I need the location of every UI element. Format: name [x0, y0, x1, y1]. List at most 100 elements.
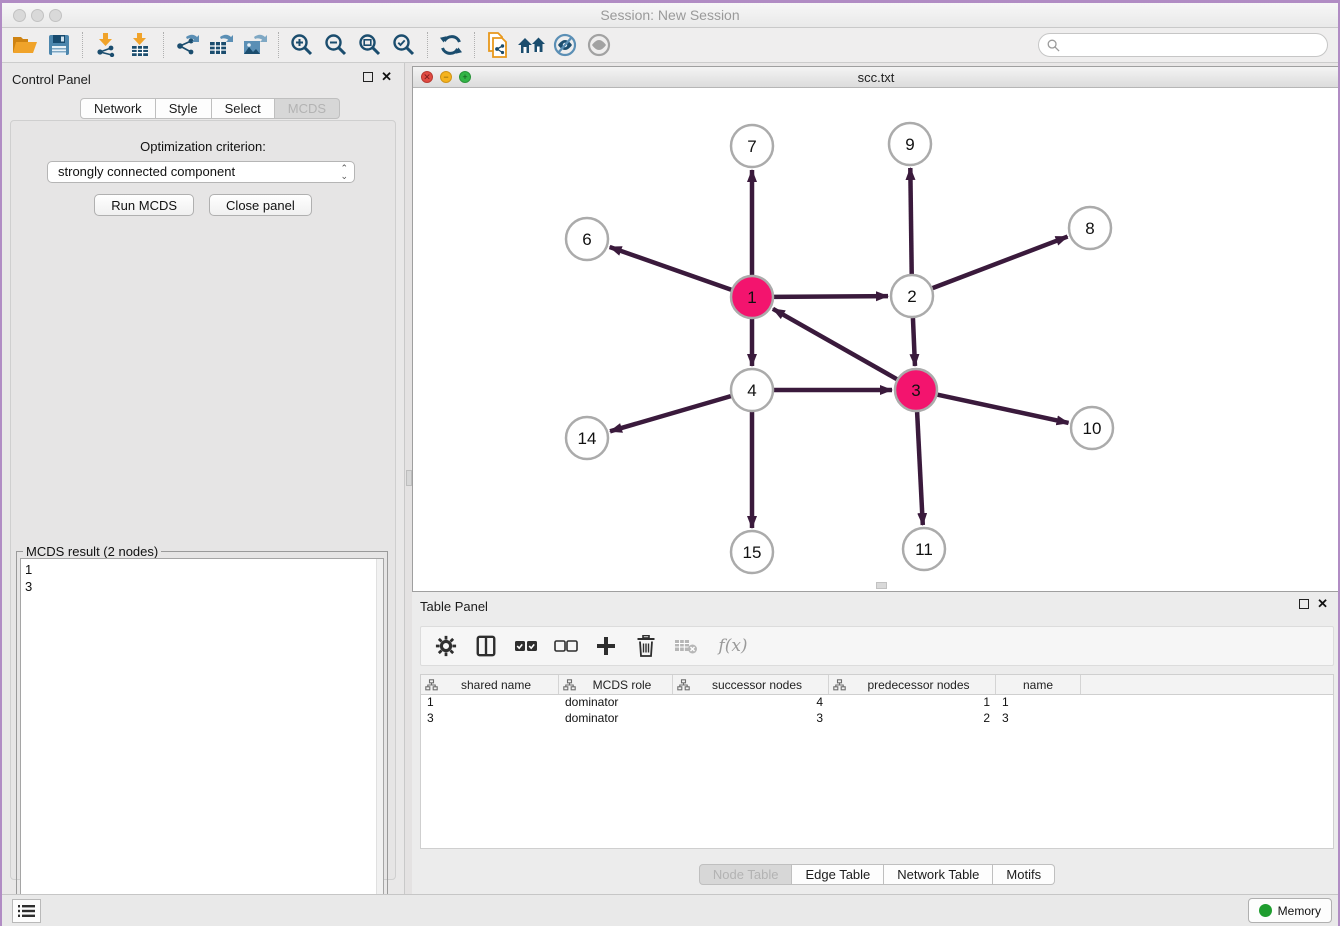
optimization-criterion-dropdown[interactable]: strongly connected component ⌃⌄ — [47, 161, 355, 183]
column-header-predecessor-nodes[interactable]: predecessor nodes — [829, 675, 996, 694]
dropdown-stepper-icon: ⌃⌄ — [340, 164, 348, 180]
node-table: shared nameMCDS rolesuccessor nodesprede… — [420, 674, 1334, 849]
show-all-icon[interactable] — [583, 30, 617, 60]
status-bar: Memory — [2, 894, 1338, 926]
new-network-from-selection-icon[interactable] — [481, 30, 515, 60]
network-graph[interactable]: 7968124314101511 — [413, 88, 1339, 591]
graph-node-label: 15 — [743, 543, 762, 562]
node-table-header: shared nameMCDS rolesuccessor nodesprede… — [421, 675, 1333, 695]
table-cell[interactable]: 3 — [421, 711, 559, 727]
control-panel-title: Control Panel — [12, 72, 91, 87]
title-bar: Session: New Session — [2, 3, 1338, 28]
show-columns-icon[interactable] — [473, 633, 499, 659]
control-panel: Control Panel ✕ NetworkStyleSelectMCDS O… — [2, 63, 404, 894]
network-canvas[interactable]: 7968124314101511 — [413, 88, 1339, 591]
import-network-icon[interactable] — [89, 30, 123, 60]
graph-edge-1-2[interactable] — [774, 296, 888, 297]
first-neighbors-icon[interactable] — [515, 30, 549, 60]
delete-column-icon — [673, 633, 699, 659]
column-type-icon — [833, 679, 846, 691]
table-toolbar: f(x) — [420, 626, 1334, 666]
zoom-fit-icon[interactable] — [353, 30, 387, 60]
zoom-out-icon[interactable] — [319, 30, 353, 60]
table-cell[interactable]: dominator — [559, 695, 673, 711]
tab-style[interactable]: Style — [156, 98, 212, 119]
table-cell[interactable]: 1 — [829, 695, 996, 711]
tab-edge-table[interactable]: Edge Table — [792, 864, 884, 885]
table-row[interactable]: 1dominator411 — [421, 695, 1333, 711]
column-header-MCDS-role[interactable]: MCDS role — [559, 675, 673, 694]
memory-button[interactable]: Memory — [1248, 898, 1332, 923]
apply-layout-icon[interactable] — [434, 30, 468, 60]
delete-trash-icon[interactable] — [633, 633, 659, 659]
graph-edge-3-11[interactable] — [917, 412, 923, 525]
zoom-selected-icon[interactable] — [387, 30, 421, 60]
table-cell[interactable]: 1 — [996, 695, 1081, 711]
graph-node-label: 7 — [747, 137, 756, 156]
export-table-icon[interactable] — [204, 30, 238, 60]
panel-split-divider[interactable] — [404, 63, 412, 894]
main-toolbar — [2, 28, 1338, 63]
tab-mcds[interactable]: MCDS — [275, 98, 340, 119]
table-settings-gear-icon[interactable] — [433, 633, 459, 659]
export-network-icon[interactable] — [170, 30, 204, 60]
list-icon — [18, 904, 35, 918]
function-builder-icon: f(x) — [713, 633, 753, 659]
table-panel-buttons: ✕ — [1299, 599, 1328, 609]
save-session-icon[interactable] — [42, 30, 76, 60]
table-cell[interactable]: 1 — [421, 695, 559, 711]
network-resize-handle[interactable] — [876, 582, 887, 589]
column-type-icon — [677, 679, 690, 691]
graph-edge-4-14[interactable] — [610, 396, 731, 431]
run-mcds-button[interactable]: Run MCDS — [94, 194, 194, 216]
graph-edge-2-9[interactable] — [910, 168, 911, 274]
hide-selected-icon[interactable] — [549, 30, 583, 60]
graph-node-label: 10 — [1083, 419, 1102, 438]
search-field[interactable] — [1038, 33, 1328, 57]
close-panel-icon[interactable]: ✕ — [1317, 599, 1328, 609]
table-cell[interactable]: 3 — [996, 711, 1081, 727]
search-input[interactable] — [1064, 38, 1327, 52]
table-cell[interactable]: 2 — [829, 711, 996, 727]
toolbar-separator — [427, 32, 428, 58]
graph-edge-2-8[interactable] — [933, 237, 1068, 289]
mcds-result-text[interactable]: 1 3 — [20, 558, 384, 925]
select-all-icon[interactable] — [513, 633, 539, 659]
export-image-icon[interactable] — [238, 30, 272, 60]
tab-network-table[interactable]: Network Table — [884, 864, 993, 885]
float-panel-icon[interactable] — [363, 72, 373, 82]
control-panel-buttons: ✕ — [363, 72, 392, 82]
toolbar-separator — [82, 32, 83, 58]
mcds-result-legend: MCDS result (2 nodes) — [23, 544, 161, 559]
column-header-successor-nodes[interactable]: successor nodes — [673, 675, 829, 694]
graph-edge-1-6[interactable] — [610, 247, 732, 290]
graph-node-label: 3 — [911, 381, 920, 400]
add-icon[interactable] — [593, 633, 619, 659]
tab-node-table[interactable]: Node Table — [699, 864, 793, 885]
table-row[interactable]: 3dominator323 — [421, 711, 1333, 727]
table-cell[interactable]: dominator — [559, 711, 673, 727]
float-panel-icon[interactable] — [1299, 599, 1309, 609]
close-panel-icon[interactable]: ✕ — [381, 72, 392, 82]
tab-network[interactable]: Network — [80, 98, 156, 119]
tab-select[interactable]: Select — [212, 98, 275, 119]
network-title-bar[interactable]: ✕ − + scc.txt — [413, 67, 1339, 88]
graph-edge-3-10[interactable] — [938, 395, 1069, 423]
graph-node-label: 14 — [578, 429, 597, 448]
task-history-button[interactable] — [12, 899, 41, 923]
column-header-name[interactable]: name — [996, 675, 1081, 694]
deselect-all-icon[interactable] — [553, 633, 579, 659]
table-cell[interactable]: 4 — [673, 695, 829, 711]
result-scrollbar[interactable] — [376, 559, 383, 924]
tab-motifs[interactable]: Motifs — [993, 864, 1055, 885]
graph-edge-3-1[interactable] — [773, 309, 897, 379]
close-panel-button[interactable]: Close panel — [209, 194, 312, 216]
open-session-icon[interactable] — [8, 30, 42, 60]
graph-node-label: 4 — [747, 381, 756, 400]
dropdown-value: strongly connected component — [58, 164, 235, 179]
zoom-in-icon[interactable] — [285, 30, 319, 60]
column-header-shared-name[interactable]: shared name — [421, 675, 559, 694]
table-cell[interactable]: 3 — [673, 711, 829, 727]
import-table-icon[interactable] — [123, 30, 157, 60]
graph-edge-2-3[interactable] — [913, 318, 915, 366]
